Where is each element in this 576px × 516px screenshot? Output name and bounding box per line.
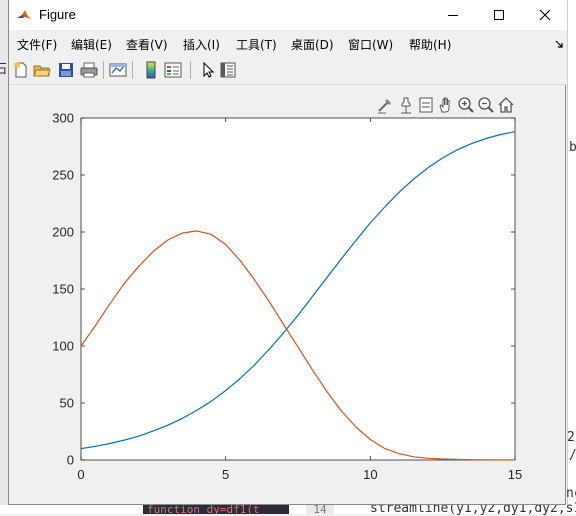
save-icon[interactable]: [57, 61, 75, 79]
menu-dock-arrow-icon[interactable]: [555, 40, 564, 49]
x-tick-label: 0: [77, 467, 84, 482]
close-button[interactable]: [522, 0, 568, 30]
toolbar-separator: [103, 61, 104, 79]
menu-insert[interactable]: 插入(I): [183, 36, 220, 53]
y-tick-label: 250: [52, 168, 74, 183]
menu-bar: 文件(F) 编辑(E) 查看(V) 插入(I) 工具(T) 桌面(D) 窗口(W…: [9, 30, 567, 57]
background-code-fragment: 2/: [567, 430, 576, 445]
y-tick-label: 300: [52, 111, 74, 126]
background-text-fragment: b: [569, 140, 576, 155]
background-code-dark: function dy=df1(t: [143, 505, 289, 514]
background-editor-right: b 2/ / nc: [566, 0, 576, 514]
link-plot-icon[interactable]: [109, 61, 127, 79]
background-line-number: 14: [306, 505, 334, 514]
title-bar[interactable]: Figure: [9, 0, 567, 30]
y-tick-label: 200: [52, 225, 74, 240]
close-icon: [539, 9, 551, 21]
menu-file[interactable]: 文件(F): [17, 36, 57, 53]
maximize-button[interactable]: [476, 0, 522, 30]
axes-background: [80, 117, 516, 461]
menu-view[interactable]: 查看(V): [126, 36, 168, 53]
background-editor-left: 石: [0, 0, 8, 514]
figure-window: Figure 文件(F) 编辑(E) 查看(V) 插入(I) 工具(T) 桌面(…: [8, 0, 567, 505]
background-code-keyword: function dy=df1(t: [147, 505, 260, 514]
menu-tools[interactable]: 工具(T): [236, 36, 277, 53]
window-title: Figure: [39, 7, 76, 22]
colorbar-icon[interactable]: [142, 61, 160, 79]
figure-canvas: 0 50 100 150 200 250 300 0 5 10 15: [9, 86, 565, 504]
menu-desktop[interactable]: 桌面(D): [291, 36, 334, 53]
background-code-fragment: nc: [566, 486, 576, 501]
menu-window[interactable]: 窗口(W): [348, 36, 393, 53]
x-tick-label: 10: [363, 467, 377, 482]
menu-edit[interactable]: 编辑(E): [71, 36, 112, 53]
x-tick-label: 5: [222, 467, 229, 482]
plot-area[interactable]: 0 50 100 150 200 250 300 0 5 10 15: [9, 86, 565, 504]
property-inspector-icon[interactable]: [219, 61, 237, 79]
legend-icon[interactable]: [164, 61, 182, 79]
matlab-logo-icon: [16, 7, 32, 23]
minimize-icon: [448, 15, 458, 16]
y-tick-label: 0: [67, 453, 74, 468]
background-text-fragment: 石: [0, 62, 8, 77]
print-icon[interactable]: [80, 61, 98, 79]
maximize-icon: [494, 10, 504, 20]
background-code-fragment: /: [569, 448, 576, 463]
toolbar-separator: [190, 61, 191, 79]
y-tick-label: 50: [60, 396, 74, 411]
minimize-button[interactable]: [430, 0, 476, 30]
x-tick-label: 15: [508, 467, 522, 482]
open-icon[interactable]: [33, 61, 51, 79]
y-tick-label: 150: [52, 282, 74, 297]
menu-help[interactable]: 帮助(H): [409, 36, 451, 53]
toolbar-separator: [132, 61, 133, 79]
figure-toolbar: [9, 57, 567, 85]
y-tick-label: 100: [52, 339, 74, 354]
edit-plot-icon[interactable]: [199, 61, 217, 79]
new-figure-icon[interactable]: [12, 61, 30, 79]
